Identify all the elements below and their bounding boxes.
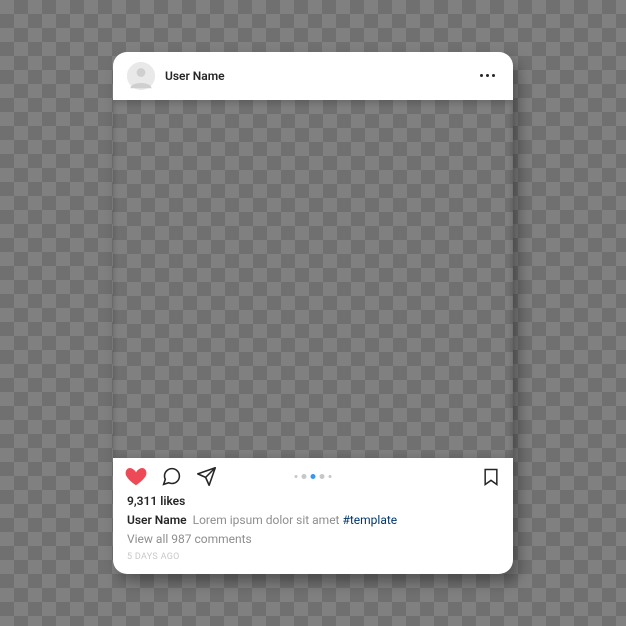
page-dot[interactable] — [302, 474, 307, 479]
caption-hashtag[interactable]: #template — [342, 513, 397, 527]
share-button[interactable] — [196, 466, 217, 487]
heart-icon — [125, 466, 147, 488]
post-header: User Name — [113, 52, 513, 100]
caption-text: Lorem ipsum dolor sit amet — [193, 513, 343, 527]
caption-username[interactable]: User Name — [127, 513, 187, 527]
page-dot[interactable] — [320, 474, 325, 479]
post-media-placeholder[interactable] — [113, 100, 513, 458]
more-options-button[interactable] — [476, 70, 499, 81]
header-username[interactable]: User Name — [165, 69, 476, 83]
page-dot[interactable] — [329, 475, 332, 478]
likes-count[interactable]: 9,311 likes — [127, 494, 499, 508]
more-icon — [480, 74, 483, 77]
post-actions — [113, 458, 513, 490]
bookmark-icon — [481, 467, 501, 487]
comment-icon — [161, 466, 182, 487]
post-timestamp: 5 DAYS AGO — [127, 552, 499, 562]
avatar-placeholder-icon — [127, 62, 155, 90]
post-caption: User Name Lorem ipsum dolor sit amet #tem… — [127, 512, 499, 528]
view-comments-link[interactable]: View all 987 comments — [127, 532, 499, 546]
carousel-pagination — [295, 474, 332, 479]
avatar[interactable] — [127, 62, 155, 90]
save-button[interactable] — [481, 467, 501, 487]
like-button[interactable] — [125, 466, 147, 488]
page-dot-active[interactable] — [311, 474, 316, 479]
page-dot[interactable] — [295, 475, 298, 478]
post-card: User Name — [113, 52, 513, 574]
send-icon — [196, 466, 217, 487]
post-meta: 9,311 likes User Name Lorem ipsum dolor s… — [113, 490, 513, 574]
comment-button[interactable] — [161, 466, 182, 487]
